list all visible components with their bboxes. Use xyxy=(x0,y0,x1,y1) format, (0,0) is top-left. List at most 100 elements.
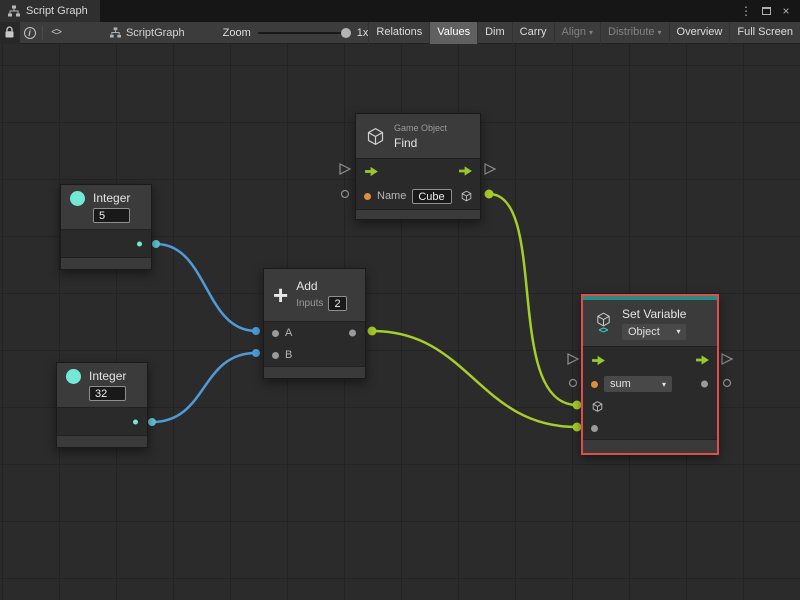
port-row-a: A xyxy=(264,322,365,344)
zoom-control: Zoom 1x xyxy=(223,27,369,39)
variable-kind-dropdown[interactable]: Object ▾ xyxy=(622,323,687,340)
toolbar-divider xyxy=(42,25,44,40)
node-set-variable[interactable]: <> Set Variable Object ▾ sum ▾ xyxy=(581,294,719,455)
node-category: Game Object xyxy=(394,122,448,133)
info-icon: i xyxy=(23,26,36,39)
integer-type-icon xyxy=(70,191,85,206)
carry-button[interactable]: Carry xyxy=(511,21,554,44)
flow-port-setvariable-assign[interactable] xyxy=(567,353,580,365)
port-integer32-output[interactable] xyxy=(148,418,156,426)
flow-row xyxy=(356,159,480,183)
code-preview-button[interactable]: <> xyxy=(46,22,66,44)
name-value-field[interactable]: Cube xyxy=(412,188,453,204)
value-input-row xyxy=(583,417,717,439)
node-integer-5[interactable]: Integer 5 xyxy=(60,184,152,270)
port-add-input-a[interactable] xyxy=(252,327,260,335)
integer-type-icon xyxy=(66,369,81,384)
port-row-b: B xyxy=(264,344,365,366)
inputs-count-field[interactable]: 2 xyxy=(328,296,347,311)
output-port-dot[interactable] xyxy=(137,241,142,246)
add-icon: + xyxy=(273,280,289,310)
node-gameobject-find[interactable]: Game Object Find Name Cube xyxy=(355,113,481,220)
param-label: Name xyxy=(377,190,407,202)
flow-port-setvariable-assigned[interactable] xyxy=(721,353,734,365)
input-port-dot[interactable] xyxy=(591,424,598,432)
wire-find-to-setvariable-object[interactable] xyxy=(488,192,578,407)
relations-button[interactable]: Relations xyxy=(368,21,429,44)
port-setvariable-output[interactable] xyxy=(722,378,732,388)
flow-port-find-enter[interactable] xyxy=(339,163,352,175)
variable-name-dropdown[interactable]: sum ▾ xyxy=(604,376,672,392)
window-menu-icon[interactable]: ⋮ xyxy=(738,3,754,19)
wire-integer5-to-add-a[interactable] xyxy=(155,242,257,333)
node-title: Set Variable xyxy=(622,306,687,321)
name-param-row: Name Cube xyxy=(356,183,480,209)
align-button[interactable]: Align ▾ xyxy=(553,21,600,44)
overview-button[interactable]: Overview xyxy=(668,21,730,44)
wire-integer32-to-add-b[interactable] xyxy=(151,351,257,424)
port-integer5-output[interactable] xyxy=(152,240,160,248)
output-port-dot[interactable] xyxy=(701,380,708,388)
graph-toolbar: i <> ScriptGraph Zoom 1x Relations Value… xyxy=(0,21,800,44)
port-label: B xyxy=(285,349,293,361)
inputs-label: Inputs xyxy=(296,298,324,309)
code-icon: <> xyxy=(51,27,62,38)
zoom-label: Zoom xyxy=(222,26,251,39)
tab-script-graph[interactable]: Script Graph xyxy=(0,0,100,22)
toolbar-buttons: Relations Values Dim Carry Align ▾ Distri… xyxy=(368,21,800,44)
chevron-down-icon: ▾ xyxy=(661,379,666,389)
node-title: Integer xyxy=(93,191,131,205)
node-add[interactable]: + Add Inputs 2 A B xyxy=(263,268,366,379)
variable-angle-icon: <> xyxy=(598,325,608,335)
flow-in-arrow-icon[interactable] xyxy=(364,166,379,177)
port-find-output[interactable] xyxy=(484,189,494,199)
port-setvariable-name-input[interactable] xyxy=(568,378,578,388)
zoom-slider[interactable] xyxy=(257,27,351,38)
cube-icon xyxy=(367,127,384,145)
flow-out-arrow-icon[interactable] xyxy=(458,166,473,177)
port-find-name-input[interactable] xyxy=(340,189,350,199)
flow-in-arrow-icon[interactable] xyxy=(591,355,606,366)
output-port-dot[interactable] xyxy=(133,419,138,424)
distribute-button[interactable]: Distribute ▾ xyxy=(600,21,668,44)
fullscreen-button[interactable]: Full Screen xyxy=(729,21,800,44)
node-integer-32[interactable]: Integer 32 xyxy=(56,362,148,448)
port-add-input-b[interactable] xyxy=(252,349,260,357)
chevron-down-icon: ▾ xyxy=(657,28,662,37)
wire-add-to-setvariable-value[interactable] xyxy=(371,329,578,429)
flow-port-find-exit[interactable] xyxy=(484,163,497,175)
chevron-down-icon: ▾ xyxy=(676,327,681,336)
maximize-icon[interactable] xyxy=(758,3,774,19)
graph-icon xyxy=(109,27,121,38)
variable-name-row: sum ▾ xyxy=(583,373,717,395)
input-port-dot[interactable] xyxy=(272,329,279,337)
input-port-dot[interactable] xyxy=(272,351,279,359)
port-add-output[interactable] xyxy=(367,326,377,336)
tab-title: Script Graph xyxy=(26,5,88,17)
output-port-dot[interactable] xyxy=(349,329,356,337)
gameobject-output-icon[interactable] xyxy=(460,190,473,203)
flow-row xyxy=(583,347,717,373)
flow-out-arrow-icon[interactable] xyxy=(695,355,710,366)
dim-button[interactable]: Dim xyxy=(477,21,512,44)
chevron-down-icon: ▾ xyxy=(589,28,594,37)
object-target-row xyxy=(583,395,717,417)
integer-value-field[interactable]: 5 xyxy=(93,208,131,223)
inspect-button[interactable]: i xyxy=(20,22,40,44)
close-icon[interactable]: × xyxy=(778,3,794,19)
graph-canvas[interactable]: Integer 5 Integer 32 + Add Inputs 2 A B … xyxy=(0,44,800,600)
graph-breadcrumb[interactable]: ScriptGraph xyxy=(109,26,185,39)
graph-name-label: ScriptGraph xyxy=(125,26,185,39)
window-controls: ⋮ × xyxy=(738,0,800,22)
variable-icon: <> xyxy=(592,311,614,335)
zoom-value: 1x xyxy=(356,26,369,39)
string-port-dot[interactable] xyxy=(591,380,598,388)
lock-icon xyxy=(5,26,14,38)
integer-value-field[interactable]: 32 xyxy=(89,386,127,401)
zoom-slider-knob[interactable] xyxy=(340,27,351,38)
values-button[interactable]: Values xyxy=(429,21,478,44)
port-label: A xyxy=(285,327,293,339)
string-port-dot[interactable] xyxy=(364,192,371,200)
gameobject-target-icon[interactable] xyxy=(591,400,604,413)
lock-button[interactable] xyxy=(0,21,20,44)
